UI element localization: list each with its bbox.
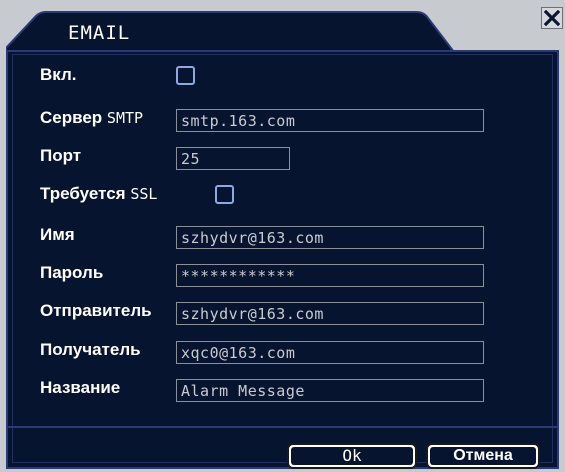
- sender-field[interactable]: szhydvr@163.com: [176, 302, 484, 325]
- close-icon: [544, 10, 560, 26]
- subject-field[interactable]: Alarm Message: [176, 379, 484, 402]
- port-field[interactable]: 25: [176, 147, 290, 170]
- ok-button-label: Ok: [342, 446, 362, 465]
- enable-label: Вкл.: [40, 65, 77, 84]
- ssl-label: Требуется SSL: [40, 184, 158, 203]
- enable-checkbox[interactable]: [176, 66, 195, 85]
- sender-label: Отправитель: [40, 301, 152, 320]
- subject-label: Название: [40, 378, 121, 397]
- username-label: Имя: [40, 225, 75, 244]
- email-settings-window: EMAIL Вкл. Сервер SMTP smtp.163.com Порт…: [0, 0, 565, 472]
- username-field[interactable]: szhydvr@163.com: [176, 226, 484, 249]
- smtp-server-field[interactable]: smtp.163.com: [176, 109, 484, 132]
- cancel-button[interactable]: Отмена: [426, 443, 540, 469]
- window-title: EMAIL: [68, 22, 131, 44]
- port-label: Порт: [40, 146, 82, 165]
- close-button[interactable]: [541, 7, 563, 29]
- password-label: Пароль: [40, 263, 104, 282]
- cancel-button-label: Отмена: [453, 447, 513, 464]
- ok-button[interactable]: Ok: [287, 443, 417, 469]
- smtp-server-label: Сервер SMTP: [40, 108, 144, 127]
- receiver-field[interactable]: xqc0@163.com: [176, 341, 484, 364]
- receiver-label: Получатель: [40, 340, 141, 359]
- ssl-checkbox[interactable]: [215, 185, 234, 204]
- password-field[interactable]: ************: [176, 264, 484, 287]
- button-separator: [6, 426, 559, 428]
- title-tab: EMAIL: [6, 8, 548, 52]
